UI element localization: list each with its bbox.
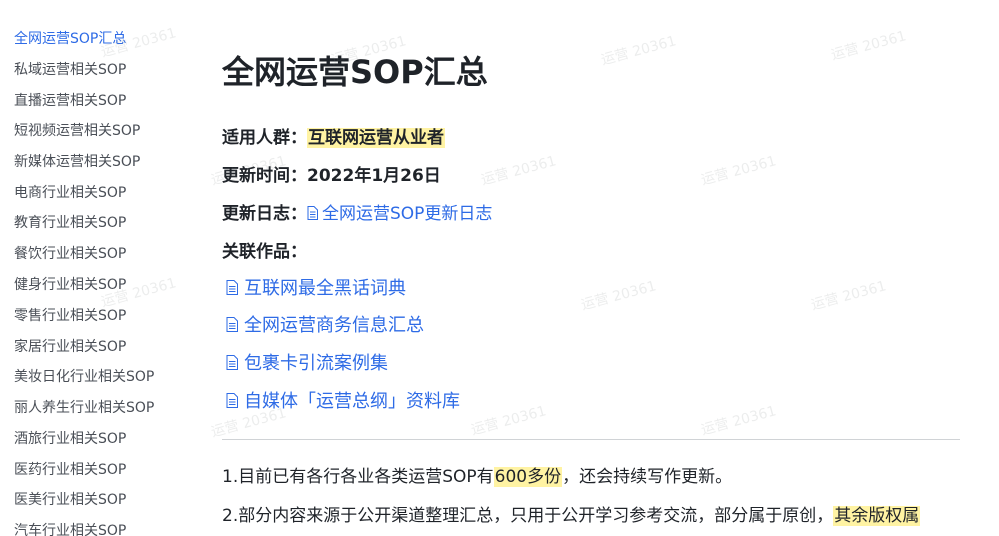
sidebar-item-pharma[interactable]: 医药行业相关SOP	[14, 461, 126, 479]
sidebar-item-automotive[interactable]: 汽车行业相关SOP	[14, 522, 126, 536]
paragraph-2-text-a: 2.部分内容来源于公开渠道整理汇总，只用于公开学习参考交流，部分属于原创，	[222, 506, 834, 526]
update-log-row: 更新日志： 全网运营SOP更新日志	[222, 202, 492, 226]
sidebar-item-retail[interactable]: 零售行业相关SOP	[14, 307, 126, 325]
update-log-link[interactable]: 全网运营SOP更新日志	[307, 204, 492, 224]
document-icon	[226, 280, 238, 295]
sidebar-item-private-domain[interactable]: 私域运营相关SOP	[14, 61, 126, 79]
related-link-slang-dictionary[interactable]: 互联网最全黑话词典	[226, 277, 406, 301]
related-link-package-card[interactable]: 包裹卡引流案例集	[226, 352, 388, 376]
updated-row: 更新时间：2022年1月26日	[222, 164, 441, 188]
sidebar-item-medical-beauty[interactable]: 医美行业相关SOP	[14, 491, 126, 509]
sidebar-nav: 全网运营SOP汇总 私域运营相关SOP 直播运营相关SOP 短视频运营相关SOP…	[0, 0, 180, 536]
sidebar-item-ecommerce[interactable]: 电商行业相关SOP	[14, 184, 126, 202]
sidebar-item-education[interactable]: 教育行业相关SOP	[14, 214, 126, 232]
page-title: 全网运营SOP汇总	[222, 53, 488, 91]
sidebar-item-fitness[interactable]: 健身行业相关SOP	[14, 276, 126, 294]
document-body: 全网运营SOP汇总 适用人群：互联网运营从业者 更新时间：2022年1月26日 …	[222, 0, 982, 536]
sidebar-item-beauty[interactable]: 美妆日化行业相关SOP	[14, 368, 154, 386]
sidebar-item-sop-summary[interactable]: 全网运营SOP汇总	[14, 30, 126, 48]
update-log-label: 更新日志：	[222, 204, 307, 224]
paragraph-1: 1.目前已有各行各业各类运营SOP有600多份，还会持续写作更新。	[222, 465, 732, 489]
sidebar-item-hospitality[interactable]: 酒旅行业相关SOP	[14, 430, 126, 448]
sidebar-item-catering[interactable]: 餐饮行业相关SOP	[14, 245, 126, 263]
related-link-text: 互联网最全黑话词典	[244, 278, 406, 299]
updated-label: 更新时间：	[222, 166, 307, 186]
document-icon	[226, 393, 238, 408]
audience-label: 适用人群：	[222, 128, 307, 148]
sidebar-item-wellness[interactable]: 丽人养生行业相关SOP	[14, 399, 154, 417]
related-link-text: 全网运营商务信息汇总	[244, 315, 424, 336]
sidebar-item-new-media[interactable]: 新媒体运营相关SOP	[14, 153, 140, 171]
paragraph-1-highlight: 600多份	[493, 467, 563, 487]
related-row: 关联作品：	[222, 240, 307, 264]
related-link-text: 包裹卡引流案例集	[244, 353, 388, 374]
paragraph-1-text-a: 1.目前已有各行各业各类运营SOP有	[222, 467, 494, 487]
paragraph-2: 2.部分内容来源于公开渠道整理汇总，只用于公开学习参考交流，部分属于原创，其余版…	[222, 504, 921, 528]
sidebar-item-home[interactable]: 家居行业相关SOP	[14, 338, 126, 356]
document-icon	[226, 317, 238, 332]
sidebar-item-livestream[interactable]: 直播运营相关SOP	[14, 92, 126, 110]
audience-row: 适用人群：互联网运营从业者	[222, 126, 445, 150]
sidebar-item-short-video[interactable]: 短视频运营相关SOP	[14, 122, 140, 140]
divider	[222, 439, 960, 440]
audience-value: 互联网运营从业者	[307, 128, 445, 148]
update-log-link-text: 全网运营SOP更新日志	[322, 204, 493, 224]
paragraph-2-highlight: 其余版权属	[833, 506, 921, 526]
paragraph-1-text-b: ，还会持续写作更新。	[562, 467, 733, 487]
related-link-text: 自媒体「运营总纲」资料库	[244, 391, 460, 412]
related-link-business-info[interactable]: 全网运营商务信息汇总	[226, 314, 424, 338]
related-link-self-media-library[interactable]: 自媒体「运营总纲」资料库	[226, 390, 460, 414]
document-icon	[307, 206, 318, 220]
related-label: 关联作品：	[222, 242, 307, 262]
document-icon	[226, 355, 238, 370]
updated-value: 2022年1月26日	[307, 166, 441, 186]
